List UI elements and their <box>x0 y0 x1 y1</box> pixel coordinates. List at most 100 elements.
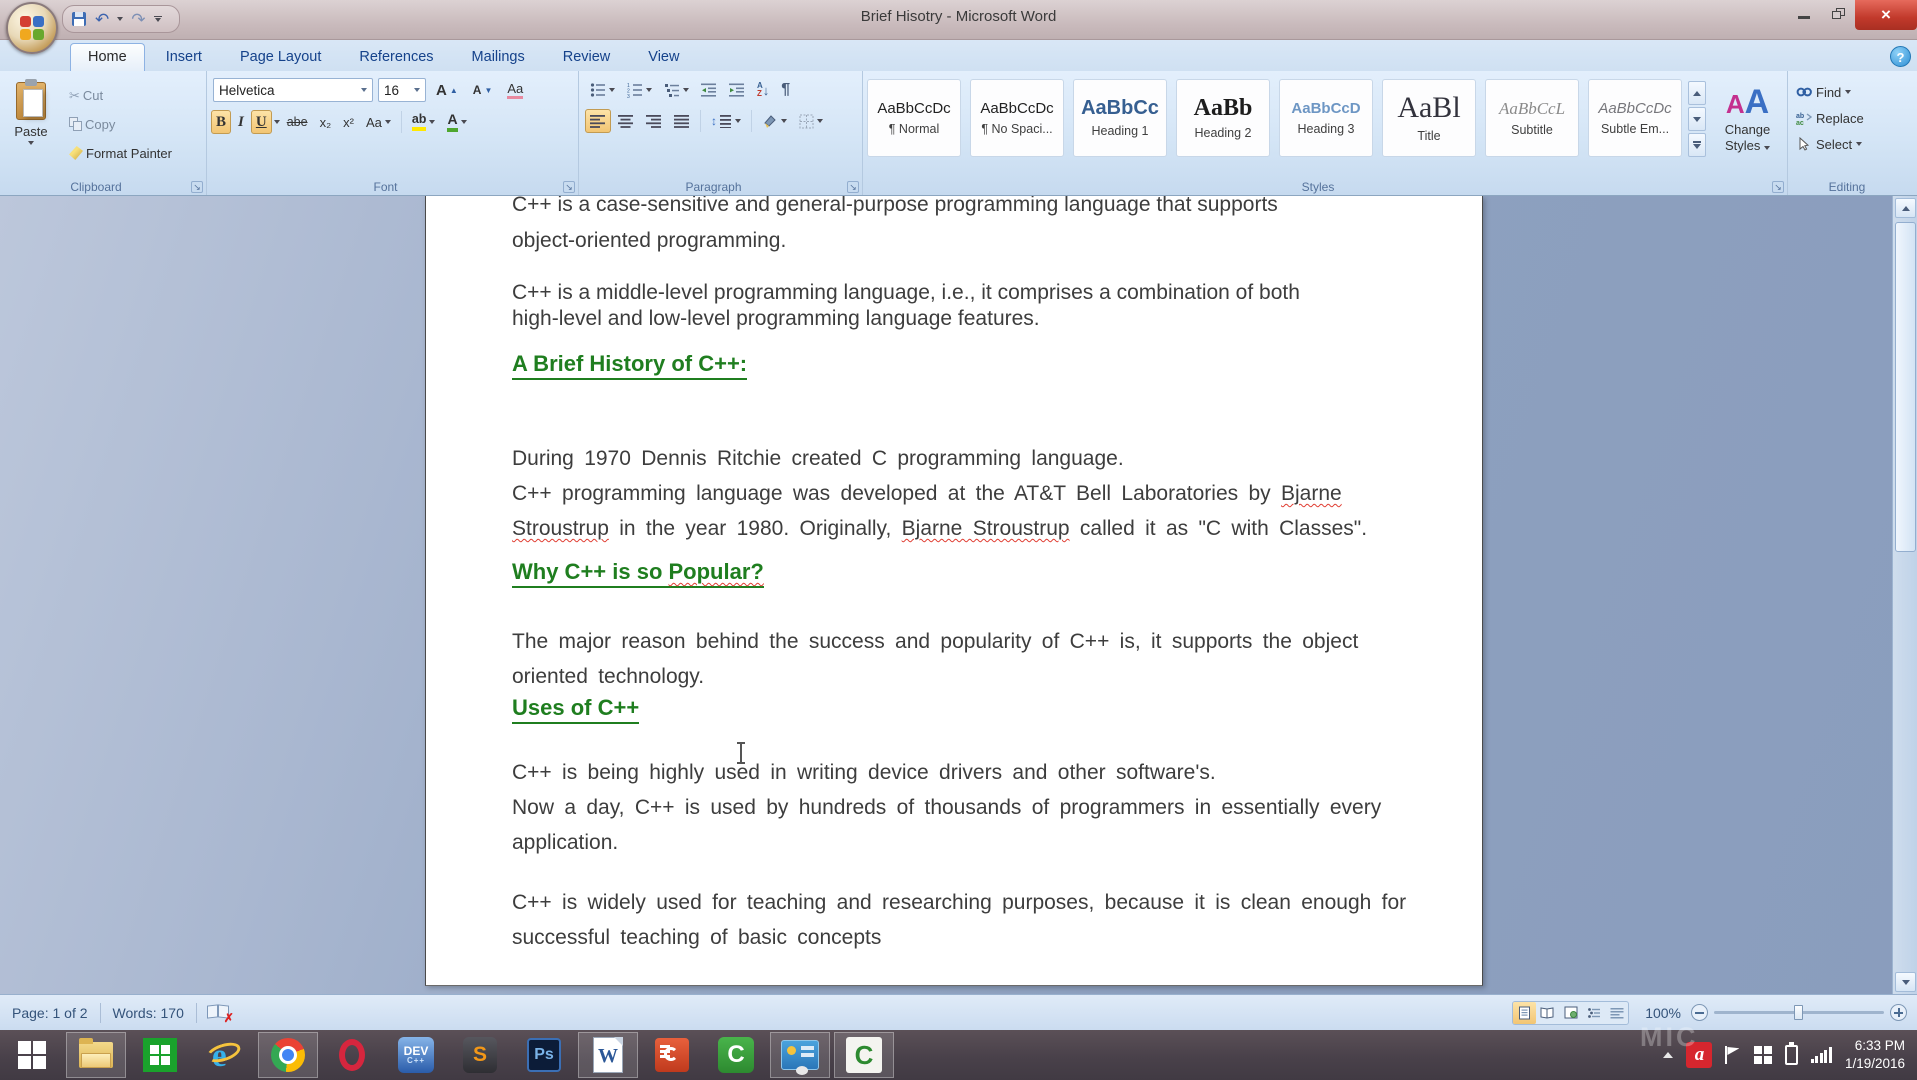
change-styles-button[interactable]: AA Change Styles <box>1712 79 1783 175</box>
styles-scroll-down[interactable] <box>1688 107 1706 131</box>
style-heading-1[interactable]: AaBbCc Heading 1 <box>1073 79 1167 157</box>
style-no-spacing[interactable]: AaBbCcDc ¶ No Spaci... <box>970 79 1064 157</box>
italic-button[interactable]: I <box>233 110 249 134</box>
taskbar-camtasia-studio[interactable]: C <box>706 1032 766 1078</box>
select-button[interactable]: Select <box>1792 131 1902 157</box>
style-normal[interactable]: AaBbCcDc ¶ Normal <box>867 79 961 157</box>
windows-tray-icon[interactable] <box>1754 1046 1772 1064</box>
taskbar-dev-cpp[interactable]: DEV C++ <box>386 1032 446 1078</box>
taskbar-word[interactable]: W <box>578 1032 638 1078</box>
find-button[interactable]: Find <box>1792 79 1902 105</box>
zoom-level[interactable]: 100% <box>1645 1005 1681 1021</box>
font-dialog-launcher-icon[interactable]: ↘ <box>563 181 575 193</box>
network-signal-icon[interactable] <box>1810 1047 1832 1063</box>
zoom-out-icon[interactable] <box>1691 1004 1708 1021</box>
multilevel-list-button[interactable] <box>659 78 694 102</box>
line-spacing-button[interactable]: ↕ <box>706 109 746 133</box>
taskbar-photoshop[interactable]: Ps <box>514 1032 574 1078</box>
vertical-scrollbar[interactable] <box>1892 196 1917 994</box>
word-count[interactable]: Words: 170 <box>101 1005 196 1021</box>
paste-button[interactable]: Paste <box>4 75 58 171</box>
taskbar-sublime-text[interactable]: S <box>450 1032 510 1078</box>
strikethrough-button[interactable]: abe <box>282 110 313 134</box>
taskbar-chrome[interactable] <box>258 1032 318 1078</box>
restore-button[interactable] <box>1821 0 1855 26</box>
paragraph-dialog-launcher-icon[interactable]: ↘ <box>847 181 859 193</box>
taskbar-camtasia-recorder[interactable]: C <box>834 1032 894 1078</box>
close-button[interactable]: × <box>1855 0 1917 30</box>
justify-button[interactable] <box>669 109 695 133</box>
align-center-button[interactable] <box>613 109 639 133</box>
taskbar-windows-store[interactable] <box>130 1032 190 1078</box>
increase-indent-button[interactable] <box>724 78 750 102</box>
outline-view-icon[interactable] <box>1582 1002 1605 1024</box>
style-subtitle[interactable]: AaBbCcL Subtitle <box>1485 79 1579 157</box>
underline-button[interactable]: U <box>250 110 272 134</box>
tab-home[interactable]: Home <box>70 43 145 71</box>
numbering-button[interactable]: 123 <box>622 78 657 102</box>
sort-button[interactable]: A Z ↓ <box>752 78 774 102</box>
style-heading-3[interactable]: AaBbCcD Heading 3 <box>1279 79 1373 157</box>
font-color-button[interactable]: A <box>442 110 471 134</box>
tab-review[interactable]: Review <box>546 44 628 71</box>
decrease-indent-button[interactable] <box>696 78 722 102</box>
taskbar-internet-explorer[interactable]: e <box>194 1032 254 1078</box>
clear-formatting-button[interactable]: Aa <box>502 78 528 102</box>
font-name-combo[interactable]: Helvetica <box>213 78 373 102</box>
taskbar-file-explorer[interactable] <box>66 1032 126 1078</box>
tab-references[interactable]: References <box>342 44 450 71</box>
format-painter-button[interactable]: Format Painter <box>64 141 177 165</box>
subscript-button[interactable]: x₂ <box>315 110 337 134</box>
clipboard-dialog-launcher-icon[interactable]: ↘ <box>191 181 203 193</box>
tab-view[interactable]: View <box>631 44 696 71</box>
battery-icon[interactable] <box>1784 1042 1798 1065</box>
show-marks-button[interactable]: ¶ <box>776 78 795 102</box>
zoom-slider-handle[interactable] <box>1794 1005 1803 1020</box>
taskbar-display-settings[interactable] <box>770 1032 830 1078</box>
scrollbar-thumb[interactable] <box>1895 222 1916 552</box>
zoom-slider[interactable] <box>1714 1005 1884 1020</box>
minimize-button[interactable] <box>1787 0 1821 26</box>
style-subtle-emphasis[interactable]: AaBbCcDc Subtle Em... <box>1588 79 1682 157</box>
tab-page-layout[interactable]: Page Layout <box>223 44 338 71</box>
change-case-button[interactable]: Aa <box>361 110 396 134</box>
tab-insert[interactable]: Insert <box>149 44 219 71</box>
highlight-button[interactable]: ab <box>407 110 441 134</box>
web-layout-view-icon[interactable] <box>1559 1002 1582 1024</box>
shrink-font-button[interactable]: A ▼ <box>468 78 498 102</box>
help-icon[interactable]: ? <box>1890 46 1911 67</box>
borders-button[interactable] <box>794 109 828 133</box>
grow-font-button[interactable]: A ▲ <box>431 78 463 102</box>
scroll-down-icon[interactable] <box>1895 972 1916 992</box>
zoom-in-icon[interactable] <box>1890 1004 1907 1021</box>
style-title[interactable]: AaBl Title <box>1382 79 1476 157</box>
cut-button[interactable]: ✂ Cut <box>64 83 177 107</box>
office-button[interactable] <box>6 2 58 54</box>
styles-gallery-more[interactable] <box>1688 133 1706 157</box>
font-size-combo[interactable]: 16 <box>378 78 426 102</box>
proofing-errors-icon[interactable]: ✗ <box>206 1004 234 1024</box>
align-left-button[interactable] <box>585 109 611 133</box>
scroll-up-icon[interactable] <box>1895 198 1916 218</box>
style-heading-2[interactable]: AaBb Heading 2 <box>1176 79 1270 157</box>
fullscreen-reading-view-icon[interactable] <box>1536 1002 1559 1024</box>
taskbar-clock[interactable]: 6:33 PM 1/19/2016 <box>1845 1037 1905 1073</box>
copy-button[interactable]: Copy <box>64 112 177 136</box>
action-center-flag-icon[interactable] <box>1725 1046 1741 1064</box>
styles-dialog-launcher-icon[interactable]: ↘ <box>1772 181 1784 193</box>
shading-button[interactable] <box>757 109 792 133</box>
bullets-button[interactable] <box>585 78 620 102</box>
tab-mailings[interactable]: Mailings <box>455 44 542 71</box>
superscript-button[interactable]: x² <box>338 110 359 134</box>
replace-button[interactable]: ab ac Replace <box>1792 105 1902 131</box>
align-right-button[interactable] <box>641 109 667 133</box>
print-layout-view-icon[interactable] <box>1513 1001 1537 1024</box>
bold-button[interactable]: B <box>211 110 232 134</box>
draft-view-icon[interactable] <box>1605 1002 1628 1024</box>
document-page[interactable]: C++ is a case-sensitive and general-purp… <box>425 196 1483 986</box>
page-indicator[interactable]: Page: 1 of 2 <box>0 1005 100 1021</box>
taskbar-powerpoint[interactable] <box>642 1032 702 1078</box>
start-button[interactable] <box>2 1032 62 1078</box>
underline-dropdown-icon[interactable] <box>273 120 280 124</box>
taskbar-opera[interactable] <box>322 1032 382 1078</box>
